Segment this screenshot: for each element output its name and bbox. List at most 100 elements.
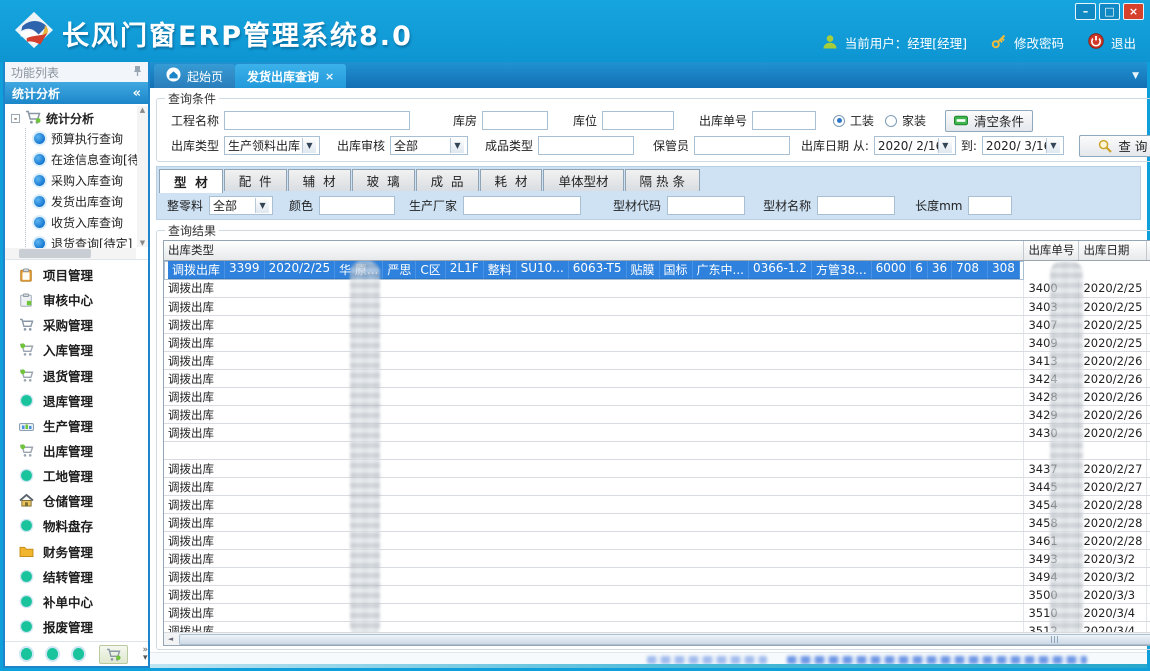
teal-circle-icon[interactable] xyxy=(21,648,32,660)
scroll-left-icon[interactable]: ◄ xyxy=(164,635,177,643)
material-tab-3[interactable]: 辅 材 xyxy=(288,169,351,191)
tree-horizontal-scrollbar[interactable] xyxy=(5,248,136,259)
horizontal-scroll-thumb[interactable] xyxy=(179,634,1150,645)
sidebar-item-仓储管理[interactable]: 仓储管理 xyxy=(5,488,148,513)
jiazhuang-radio[interactable] xyxy=(885,115,897,127)
table-row[interactable]: 调拨出库34372020/2/27佛 ...陈琳B区3R8F整料PW056063… xyxy=(164,460,1150,478)
sidebar-item-物料盘存[interactable]: 物料盘存 xyxy=(5,513,148,538)
clear-conditions-button[interactable]: 清空条件 xyxy=(945,110,1033,132)
maximize-button[interactable]: □ xyxy=(1099,3,1120,20)
column-header-出库单号[interactable]: 出库单号 xyxy=(1024,241,1079,260)
table-row[interactable]: 调拨出库34582020/2/28华 原...陈琳C区4L1F整料光身料6063… xyxy=(164,514,1150,532)
length-input[interactable] xyxy=(968,196,1012,215)
whole-part-select[interactable]: 全部▼ xyxy=(209,196,273,215)
teal-circle-icon[interactable] xyxy=(47,648,58,660)
cell: 调拨出库 xyxy=(164,568,1024,586)
sidebar-item-项目管理[interactable]: 项目管理 xyxy=(5,262,148,287)
table-row[interactable]: 调拨出库34612020/2/28华 原...陈琳B区1R2F整料F8877FT… xyxy=(164,532,1150,550)
tab-start-page[interactable]: 起始页 xyxy=(154,64,235,88)
sidebar-item-生产管理[interactable]: 生产管理 xyxy=(5,413,148,438)
table-row[interactable]: G区3L3F整料KLM38176063-T5贴膜国标山东华...GA90M09.… xyxy=(164,442,1150,460)
material-tab-4[interactable]: 玻 璃 xyxy=(352,169,415,191)
gongzhuang-radio[interactable] xyxy=(833,115,845,127)
table-row[interactable]: 调拨出库34132020/2/26南 ...严思C区5R3F整料G7142260… xyxy=(164,352,1150,370)
close-button[interactable]: × xyxy=(1123,3,1144,20)
tree-vertical-scrollbar[interactable]: ▲▼ xyxy=(137,106,148,247)
material-tab-6[interactable]: 耗 材 xyxy=(480,169,543,191)
column-header-出库类型[interactable]: 出库类型 xyxy=(164,241,1024,260)
table-row[interactable]: 调拨出库34942020/3/2石 辉城汤伟H区5R1F整料光身料6063-T5… xyxy=(164,568,1150,586)
material-tab-1[interactable]: 型 材 xyxy=(159,169,223,193)
table-row[interactable]: 调拨出库34092020/2/25长 ...陈琳B区2R5F整料LI35HD60… xyxy=(164,334,1150,352)
material-tab-8[interactable]: 隔 热 条 xyxy=(625,169,700,191)
location-input[interactable] xyxy=(602,111,674,130)
sidebar-item-财务管理[interactable]: 财务管理 xyxy=(5,539,148,564)
sidebar-item-退货管理[interactable]: 退货管理 xyxy=(5,363,148,388)
sidebar-item-采购管理[interactable]: 采购管理 xyxy=(5,312,148,337)
tab-shipping-outbound-query[interactable]: 发货出库查询 × xyxy=(235,64,346,88)
table-row[interactable]: 调拨出库34542020/2/28工 共工程严思G区1R1F整料光身料6063-… xyxy=(164,496,1150,514)
sidebar-item-出库管理[interactable]: 出库管理 xyxy=(5,438,148,463)
table-row[interactable]: 调拨出库34452020/2/27工 共工程严思F区5R1F整料光身料6063-… xyxy=(164,478,1150,496)
tab-list-dropdown-icon[interactable]: ▼ xyxy=(1132,71,1139,81)
sidebar-item-补单中心[interactable]: 补单中心 xyxy=(5,589,148,614)
material-tab-7[interactable]: 单体型材 xyxy=(543,169,623,191)
teal-circle-icon[interactable] xyxy=(73,648,84,660)
change-password-link[interactable]: 修改密码 xyxy=(1014,33,1064,52)
sidebar-item-工地管理[interactable]: 工地管理 xyxy=(5,463,148,488)
table-row[interactable]: 调拨出库34002020/2/25华 原...严思C区4L1F整料SU10...… xyxy=(164,280,1150,298)
table-row[interactable]: 调拨出库34292020/2/26石 城陈琳G区5R2F整料KLM3817606… xyxy=(164,406,1150,424)
warehouse-input[interactable] xyxy=(482,111,548,130)
project-name-input[interactable] xyxy=(224,111,410,130)
sidebar-item-审核中心[interactable]: 审核中心 xyxy=(5,287,148,312)
table-horizontal-scrollbar[interactable]: ◄ ► xyxy=(164,632,1150,645)
table-row[interactable]: 调拨出库35102020/3/4工 共工程陈琳F区5R1F整料光身料6063-T… xyxy=(164,604,1150,622)
cart-green-icon xyxy=(18,343,34,356)
overflow-chevron-icon[interactable]: »▾ xyxy=(143,646,149,662)
color-input[interactable] xyxy=(319,196,395,215)
tree-item[interactable]: 采购入库查询 xyxy=(26,170,148,191)
table-row[interactable]: 调拨出库34282020/2/26石 城陈琳G区2L4F整料KLM3817606… xyxy=(164,388,1150,406)
tree-item[interactable]: 收货入库查询 xyxy=(26,212,148,233)
column-header-出库日期[interactable]: 出库日期 xyxy=(1079,241,1147,260)
tab-close-icon[interactable]: × xyxy=(325,70,334,83)
collapse-icon[interactable]: « xyxy=(133,86,141,101)
keeper-input[interactable] xyxy=(694,136,790,155)
table-row[interactable]: 调拨出库33992020/2/25华 原...严思C区2L1F整料SU10...… xyxy=(164,261,1024,280)
search-button[interactable]: 查 询 xyxy=(1079,135,1150,157)
order-no-input[interactable] xyxy=(752,111,816,130)
sidebar-item-结转管理[interactable]: 结转管理 xyxy=(5,564,148,589)
out-type-select[interactable]: 生产领料出库▼ xyxy=(224,136,320,155)
audit-select[interactable]: 全部▼ xyxy=(390,136,468,155)
clipboard2-icon xyxy=(18,293,34,307)
sidebar-item-报废管理[interactable]: 报废管理 xyxy=(5,614,148,639)
pin-icon[interactable] xyxy=(133,65,142,79)
sidebar-section-header[interactable]: 统计分析 « xyxy=(5,82,148,104)
material-tab-5[interactable]: 成 品 xyxy=(416,169,479,191)
table-row[interactable]: 调拨出库34032020/2/25工 共工程严思G区1R1F整料光身料6063-… xyxy=(164,298,1150,316)
tree-item[interactable]: 预算执行查询 xyxy=(26,128,148,149)
date-from-picker[interactable]: 2020/ 2/16▼ xyxy=(874,136,956,155)
table-row[interactable]: 调拨出库34302020/2/26石 城陈琳G区3L3F整料KLM3817606… xyxy=(164,424,1150,442)
tree-item[interactable]: 在途信息查询[待 xyxy=(26,149,148,170)
tree-expander-icon[interactable]: - xyxy=(11,114,20,123)
manufacturer-input[interactable] xyxy=(463,196,581,215)
sidebar-item-退库管理[interactable]: 退库管理 xyxy=(5,388,148,413)
tree-item[interactable]: 发货出库查询 xyxy=(26,191,148,212)
logout-link[interactable]: 退出 xyxy=(1111,33,1136,52)
cell: 2020/2/28 xyxy=(1079,514,1147,532)
material-tab-2[interactable]: 配 件 xyxy=(224,169,287,191)
date-to-picker[interactable]: 2020/ 3/16▼ xyxy=(982,136,1064,155)
profile-code-input[interactable] xyxy=(667,196,745,215)
table-row[interactable]: 调拨出库35002020/3/3工 共工程曹佳D区3L1F整料LT3P60606… xyxy=(164,586,1150,604)
cell: 2020/3/2 xyxy=(1079,550,1147,568)
table-row[interactable]: 调拨出库34072020/2/25工 共工程严思G区1L1F整料光身料6063-… xyxy=(164,316,1150,334)
product-type-input[interactable] xyxy=(538,136,634,155)
table-row[interactable]: 调拨出库34242020/2/26工 共工程严思G区1L1F整料光身料6063-… xyxy=(164,370,1150,388)
tree-root-node[interactable]: - 统计分析 xyxy=(11,108,148,128)
profile-name-input[interactable] xyxy=(817,196,895,215)
table-row[interactable]: 调拨出库34932020/3/2华 原...陈琳C区1L1F整料黑色塑料不贴膜国… xyxy=(164,550,1150,568)
cart-button[interactable] xyxy=(99,645,127,664)
sidebar-item-入库管理[interactable]: 入库管理 xyxy=(5,337,148,362)
minimize-button[interactable]: – xyxy=(1075,3,1096,20)
